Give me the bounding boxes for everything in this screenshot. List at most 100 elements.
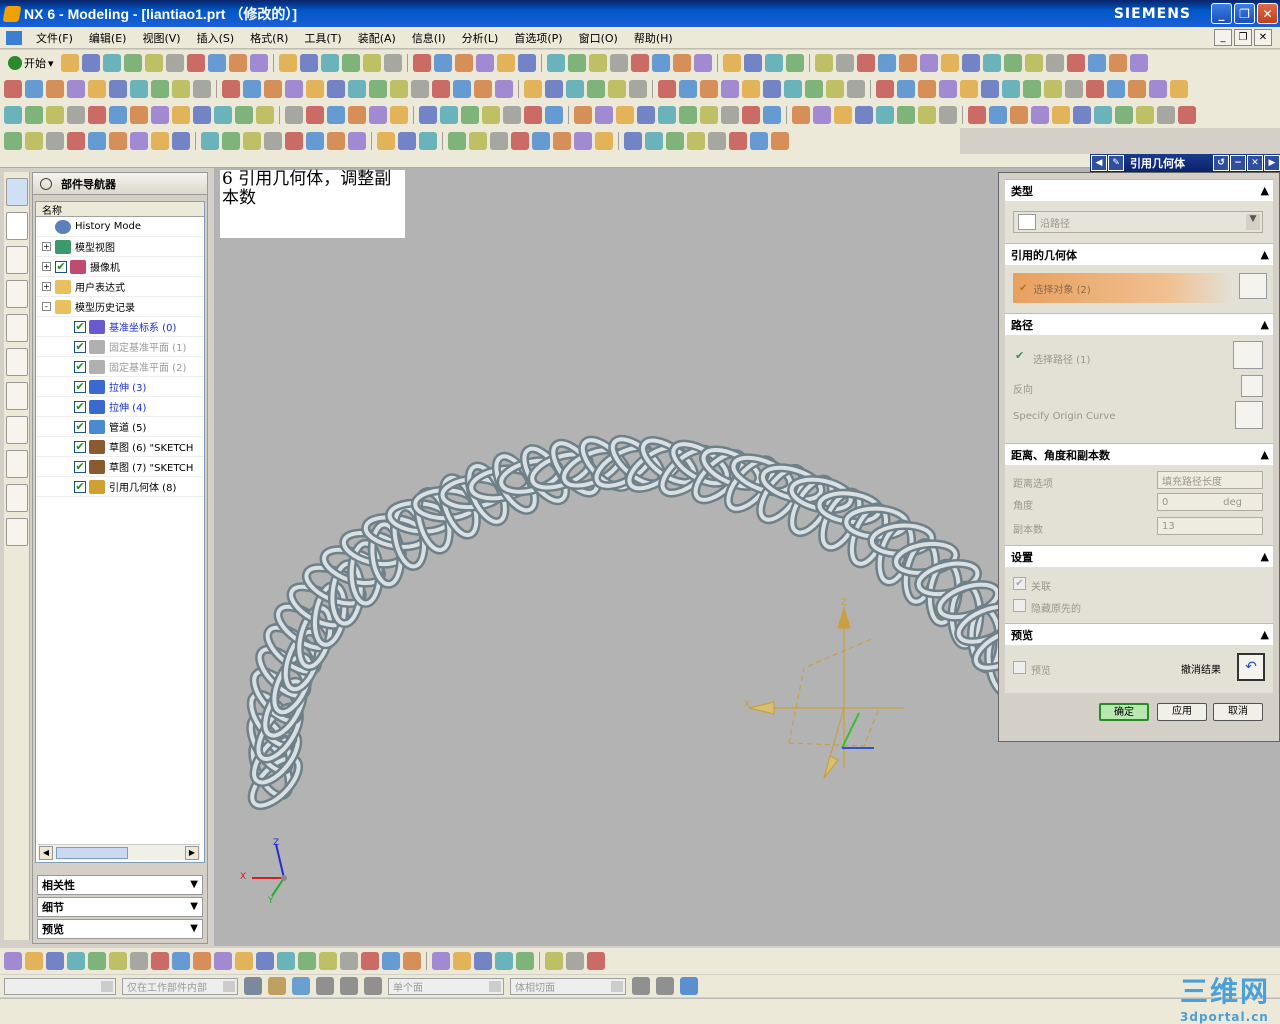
toolbar-tool-icon[interactable] (651, 54, 670, 72)
menu-format[interactable]: 格式(R) (242, 30, 296, 46)
layout-tab[interactable] (6, 518, 28, 546)
hide-original-checkbox[interactable] (1013, 599, 1026, 612)
toolbar-tool-icon[interactable] (637, 106, 655, 124)
forward-arrow-icon[interactable]: ▶ (1264, 155, 1280, 171)
toolbar-tool-icon[interactable] (88, 952, 106, 970)
toolbar-tool-icon[interactable] (919, 54, 938, 72)
toolbar-tool-icon[interactable] (1087, 54, 1106, 72)
toolbar-tool-icon[interactable] (722, 54, 741, 72)
toolbar-tool-icon[interactable] (566, 80, 584, 98)
toolbar-tool-icon[interactable] (130, 132, 148, 150)
toolbar-tool-icon[interactable] (60, 54, 79, 72)
toolbar-tool-icon[interactable] (474, 952, 492, 970)
toolbar-tool-icon[interactable] (4, 80, 22, 98)
tree-row[interactable]: + 模型视图 (36, 237, 204, 257)
toolbar-tool-icon[interactable] (516, 952, 534, 970)
toolbar-tool-icon[interactable] (645, 132, 663, 150)
toolbar-tool-icon[interactable] (299, 54, 318, 72)
toolbar-tool-icon[interactable] (940, 54, 959, 72)
toolbar-tool-icon[interactable] (109, 80, 127, 98)
visibility-checkbox[interactable]: ✔ (74, 380, 86, 393)
toolbar-tool-icon[interactable] (256, 106, 274, 124)
toolbar-tool-icon[interactable] (1003, 54, 1022, 72)
assembly-navigator-tab[interactable] (6, 178, 28, 206)
toolbar-tool-icon[interactable] (433, 54, 452, 72)
toolbar-tool-icon[interactable] (532, 132, 550, 150)
toolbar-tool-icon[interactable] (469, 132, 487, 150)
type-select[interactable]: 沿路径 ▼ (1013, 211, 1263, 233)
toolbar-tool-icon[interactable] (482, 106, 500, 124)
distance-option-select[interactable]: 填充路径长度 (1157, 471, 1263, 489)
toolbar-tool-icon[interactable] (495, 80, 513, 98)
tree-row[interactable]: ✔ 草图 (6) "SKETCH (36, 437, 204, 457)
toolbar-tool-icon[interactable] (877, 54, 896, 72)
toolbar-tool-icon[interactable] (834, 106, 852, 124)
tree-row[interactable]: - 模型历史记录 (36, 297, 204, 317)
toolbar-tool-icon[interactable] (454, 54, 473, 72)
toolbar-tool-icon[interactable] (151, 952, 169, 970)
toolbar-tool-icon[interactable] (320, 54, 339, 72)
toolbar-tool-icon[interactable] (214, 952, 232, 970)
tree-row[interactable]: History Mode (36, 217, 204, 237)
toolbar-tool-icon[interactable] (1052, 106, 1070, 124)
toolbar-tool-icon[interactable] (968, 106, 986, 124)
toolbar-tool-icon[interactable] (1170, 80, 1188, 98)
toolbar-tool-icon[interactable] (981, 80, 999, 98)
toolbar-tool-icon[interactable] (172, 952, 190, 970)
tree-row[interactable]: ✔ 管道 (5) (36, 417, 204, 437)
toolbar-tool-icon[interactable] (1045, 54, 1064, 72)
tree-row[interactable]: ✔ 拉伸 (3) (36, 377, 204, 397)
toolbar-tool-icon[interactable] (624, 132, 642, 150)
toolbar-tool-icon[interactable] (327, 80, 345, 98)
toolbar-tool-icon[interactable] (193, 106, 211, 124)
toolbar-tool-icon[interactable] (285, 106, 303, 124)
toolbar-tool-icon[interactable] (461, 106, 479, 124)
minimize-button[interactable]: _ (1211, 3, 1232, 24)
type-filter-select[interactable] (4, 977, 116, 995)
toolbar-tool-icon[interactable] (130, 80, 148, 98)
toolbar-tool-icon[interactable] (1066, 54, 1085, 72)
angle-input[interactable]: 0 deg (1157, 493, 1263, 511)
toolbar-tool-icon[interactable] (285, 80, 303, 98)
toolbar-tool-icon[interactable] (1129, 54, 1148, 72)
scope-filter-select[interactable]: 仅在工作部件内部 (122, 977, 238, 995)
tree-row[interactable]: ✔ 固定基准平面 (1) (36, 337, 204, 357)
toolbar-tool-icon[interactable] (222, 80, 240, 98)
visibility-checkbox[interactable]: ✔ (74, 360, 86, 373)
path-section-header[interactable]: 路径 ▲ (1005, 313, 1273, 335)
apply-button[interactable]: 应用 (1157, 703, 1207, 721)
toolbar-tool-icon[interactable] (1178, 106, 1196, 124)
mdi-minimize-button[interactable]: _ (1214, 29, 1232, 46)
toolbar-tool-icon[interactable] (453, 952, 471, 970)
toolbar-tool-icon[interactable] (826, 80, 844, 98)
visibility-checkbox[interactable]: ✔ (74, 340, 86, 353)
toolbar-tool-icon[interactable] (88, 80, 106, 98)
toolbar-tool-icon[interactable] (595, 106, 613, 124)
toolbar-tool-icon[interactable] (792, 106, 810, 124)
toolbar-tool-icon[interactable] (88, 132, 106, 150)
toolbar-tool-icon[interactable] (771, 132, 789, 150)
toolbar-tool-icon[interactable] (1149, 80, 1167, 98)
palette-tab[interactable] (6, 382, 28, 410)
toolbar-tool-icon[interactable] (1002, 80, 1020, 98)
toolbar-tool-icon[interactable] (46, 132, 64, 150)
tree-row[interactable]: ✔ 草图 (7) "SKETCH (36, 457, 204, 477)
toolbar-tool-icon[interactable] (348, 80, 366, 98)
toolbar-tool-icon[interactable] (361, 952, 379, 970)
toolbar-tool-icon[interactable] (186, 54, 205, 72)
toolbar-tool-icon[interactable] (524, 80, 542, 98)
toolbar-tool-icon[interactable] (46, 952, 64, 970)
toolbar-tool-icon[interactable] (856, 54, 875, 72)
toolbar-tool-icon[interactable] (88, 106, 106, 124)
toolbar-tool-icon[interactable] (524, 106, 542, 124)
menu-analysis[interactable]: 分析(L) (454, 30, 507, 46)
toolbar-tool-icon[interactable] (897, 80, 915, 98)
menu-help[interactable]: 帮助(H) (626, 30, 681, 46)
select-path-label[interactable]: 选择路径 (1) (1033, 351, 1090, 366)
toolbar-tool-icon[interactable] (369, 106, 387, 124)
toolbar-tool-icon[interactable] (228, 54, 247, 72)
toolbar-tool-icon[interactable] (742, 80, 760, 98)
toolbar-tool-icon[interactable] (1010, 106, 1028, 124)
details-section[interactable]: 细节 ▼ (37, 897, 203, 917)
toolbar-tool-icon[interactable] (278, 54, 297, 72)
